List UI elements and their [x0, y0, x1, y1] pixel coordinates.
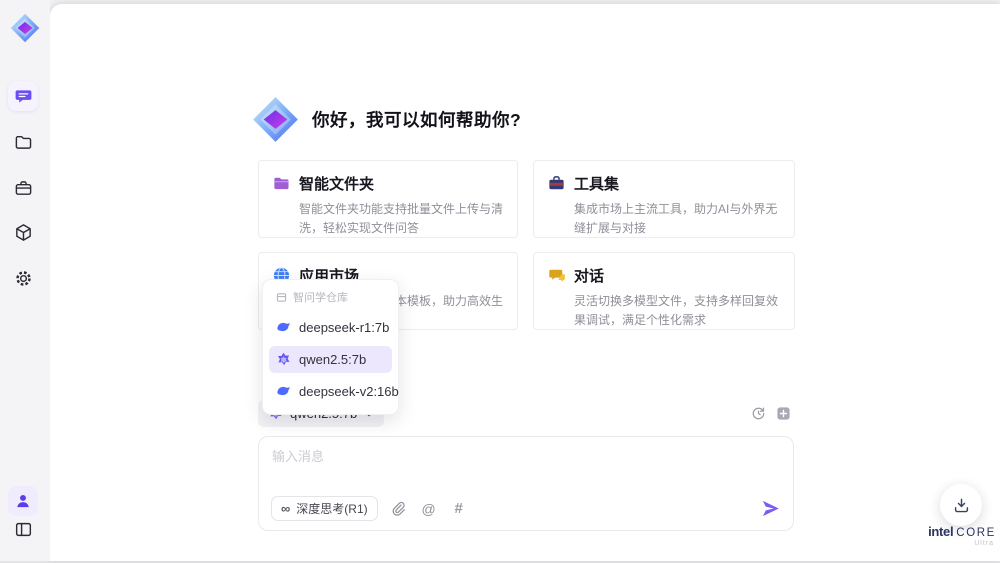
deep-think-label: 深度思考(R1) — [296, 502, 368, 516]
group-label: 智问学仓库 — [293, 292, 348, 304]
intel-core-badge: intel CORE Ultra — [922, 524, 1000, 547]
briefcase-icon — [14, 179, 33, 198]
intel-tier-text: Ultra — [974, 540, 994, 547]
history-icon[interactable] — [750, 405, 766, 421]
chat-gold-icon — [547, 266, 566, 285]
download-button[interactable] — [940, 484, 982, 526]
app-logo-icon — [252, 96, 299, 143]
model-option-label: deepseek-r1:7b — [299, 320, 390, 335]
deepseek-whale-icon — [276, 320, 291, 335]
model-option-deepseek-v2[interactable]: deepseek-v2:16b — [269, 378, 399, 405]
card-description: 灵活切换多模型文件，支持多样回复效果调试，满足个性化需求 — [574, 294, 779, 327]
card-title: 对话 — [574, 268, 605, 285]
deep-think-icon: ∞ — [281, 501, 291, 516]
model-dropdown: 智问学仓库 deepseek-r1:7b qwen2.5:7b deepseek… — [262, 279, 399, 415]
app-logo-icon — [7, 10, 43, 46]
sidebar — [0, 0, 50, 561]
attachment-icon[interactable] — [390, 500, 408, 518]
card-toolset[interactable]: 工具集 集成市场上主流工具，助力AI与外界无缝扩展与对接 — [533, 160, 795, 238]
user-icon — [14, 492, 32, 510]
card-title: 工具集 — [574, 176, 620, 193]
deep-think-toggle[interactable]: ∞ 深度思考(R1) — [271, 496, 378, 521]
model-option-qwen[interactable]: qwen2.5:7b — [269, 346, 392, 373]
sidebar-item-account[interactable] — [8, 486, 38, 516]
cube-icon — [14, 223, 33, 242]
chat-bubble-icon — [14, 87, 33, 106]
card-dialogue[interactable]: 对话 灵活切换多模型文件，支持多样回复效果调试，满足个性化需求 — [533, 252, 795, 330]
intel-logo-text: intel — [928, 524, 954, 539]
folder-purple-icon — [272, 174, 291, 193]
deepseek-whale-icon — [276, 384, 291, 399]
send-button[interactable] — [759, 498, 781, 520]
message-input[interactable] — [272, 446, 772, 488]
greeting-text: 你好，我可以如何帮助你? — [312, 110, 522, 130]
app-window: 你好，我可以如何帮助你? 智能文件夹 智能文件夹功能支持批量文件上传与清洗，轻松… — [0, 0, 1000, 563]
sidebar-item-settings[interactable] — [8, 263, 38, 293]
model-option-label: qwen2.5:7b — [299, 352, 367, 367]
hashtag-icon[interactable]: # — [450, 500, 468, 518]
qwen-icon — [276, 352, 291, 367]
model-option-label: deepseek-v2:16b — [299, 384, 399, 399]
card-description: 智能文件夹功能支持批量文件上传与清洗，轻松实现文件问答 — [299, 202, 504, 235]
gear-icon — [14, 269, 33, 288]
composer: ∞ 深度思考(R1) @ # — [258, 436, 794, 531]
repository-icon — [276, 292, 287, 303]
card-title: 智能文件夹 — [299, 176, 375, 193]
card-smart-folder[interactable]: 智能文件夹 智能文件夹功能支持批量文件上传与清洗，轻松实现文件问答 — [258, 160, 518, 238]
greeting: 你好，我可以如何帮助你? — [252, 96, 521, 143]
intel-core-text: CORE — [956, 527, 996, 539]
collapse-sidebar-button[interactable] — [8, 514, 38, 544]
main-panel: 你好，我可以如何帮助你? 智能文件夹 智能文件夹功能支持批量文件上传与清洗，轻松… — [50, 4, 1000, 561]
card-description: 集成市场上主流工具，助力AI与外界无缝扩展与对接 — [574, 202, 778, 235]
folder-icon — [14, 133, 33, 152]
model-option-deepseek-r1[interactable]: deepseek-r1:7b — [269, 314, 392, 341]
toolbox-icon — [547, 174, 566, 193]
sidebar-item-models[interactable] — [8, 217, 38, 247]
panel-layout-icon — [14, 520, 33, 539]
mention-icon[interactable]: @ — [420, 500, 438, 518]
model-dropdown-group: 智问学仓库 — [269, 287, 392, 309]
sidebar-item-toolbox[interactable] — [8, 173, 38, 203]
sidebar-item-chat[interactable] — [8, 81, 38, 111]
new-chat-icon[interactable] — [775, 405, 791, 421]
sidebar-item-folders[interactable] — [8, 127, 38, 157]
